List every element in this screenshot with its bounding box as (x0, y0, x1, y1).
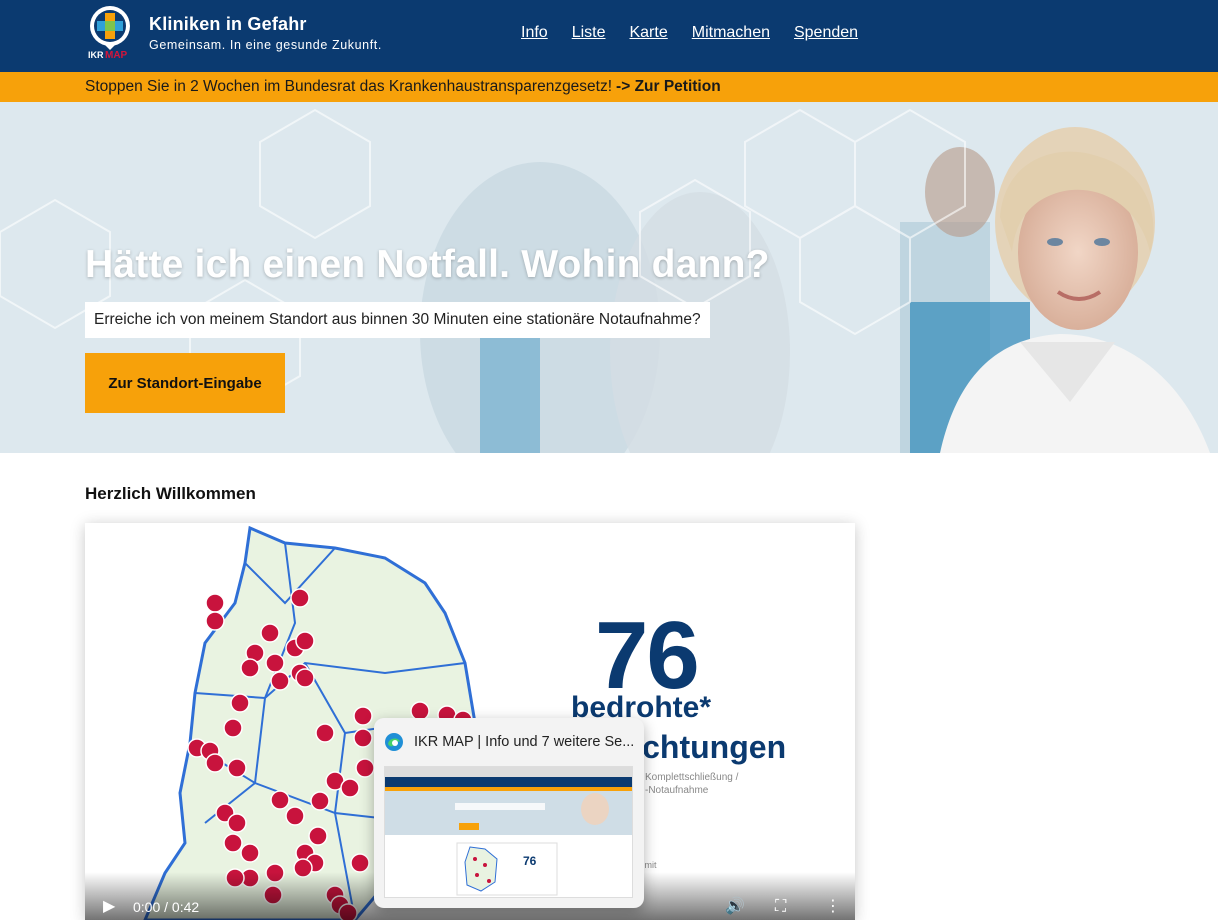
video-time: 0:00 / 0:42 (133, 899, 200, 915)
site-header: IKR MAP Kliniken in Gefahr Gemeinsam. In… (0, 0, 1218, 72)
ikr-map-logo[interactable]: IKR MAP (86, 4, 138, 60)
nav-karte[interactable]: Karte (629, 24, 667, 42)
svg-text:MAP: MAP (105, 50, 128, 60)
hero-section: Hätte ich einen Notfall. Wohin dann? Err… (0, 102, 1218, 453)
page-thumbnail: 76 (385, 767, 632, 896)
brand: Kliniken in Gefahr Gemeinsam. In eine ge… (149, 14, 382, 52)
volume-icon[interactable]: 🔊 (725, 896, 745, 916)
svg-text:76: 76 (523, 854, 537, 868)
nav-mitmachen[interactable]: Mitmachen (692, 24, 770, 42)
tab-preview-thumbnail: 76 (384, 766, 633, 898)
footnote-line2: -Notaufnahme (645, 785, 709, 796)
svg-text:IKR: IKR (88, 50, 104, 60)
nav-spenden[interactable]: Spenden (794, 24, 858, 42)
hero-subline: Erreiche ich von meinem Standort aus bin… (85, 302, 710, 338)
play-icon[interactable]: ▶ (103, 896, 115, 916)
site-title: Kliniken in Gefahr (149, 14, 307, 34)
edge-browser-icon (385, 733, 403, 751)
site-subtitle: Gemeinsam. In eine gesunde Zukunft. (149, 38, 382, 52)
main-nav: Info Liste Karte Mitmachen Spenden (521, 24, 858, 42)
tab-preview[interactable]: IKR MAP | Info und 7 weitere Se... 76 (374, 718, 644, 908)
tab-preview-title: IKR MAP | Info und 7 weitere Se... (414, 734, 635, 750)
fullscreen-icon[interactable]: ⛶ (775, 898, 786, 916)
hero-headline: Hätte ich einen Notfall. Wohin dann? (85, 243, 770, 286)
petition-link[interactable]: -> Zur Petition (616, 78, 721, 96)
welcome-heading: Herzlich Willkommen (85, 484, 256, 503)
banner-text: Stoppen Sie in 2 Wochen im Bundesrat das… (85, 78, 613, 95)
nav-info[interactable]: Info (521, 24, 548, 42)
more-options-icon[interactable]: ⋮ (825, 896, 841, 916)
petition-banner: Stoppen Sie in 2 Wochen im Bundesrat das… (0, 72, 1218, 102)
footnote-line1: Komplettschließung / (645, 772, 739, 783)
location-input-button[interactable]: Zur Standort-Eingabe (85, 353, 285, 413)
nav-liste[interactable]: Liste (572, 24, 606, 42)
